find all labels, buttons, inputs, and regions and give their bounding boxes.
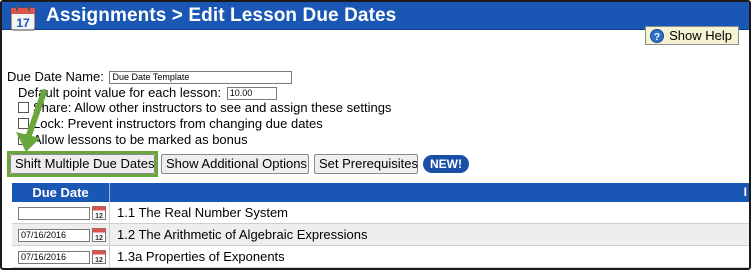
show-additional-options-button[interactable]: Show Additional Options xyxy=(161,154,309,174)
due-date-input[interactable] xyxy=(18,207,90,220)
calendar-day-text: 17 xyxy=(16,16,30,30)
due-date-input[interactable]: 07/16/2016 xyxy=(18,229,90,242)
due-date-name-label: Due Date Name: xyxy=(7,69,104,84)
share-label: Share: Allow other instructors to see an… xyxy=(33,100,392,115)
next-column-header: I xyxy=(743,185,747,199)
point-value-row: Default point value for each lesson: 10.… xyxy=(18,85,277,101)
due-date-input[interactable]: 07/16/2016 xyxy=(18,251,90,264)
help-icon: ? xyxy=(650,28,665,43)
lock-label: Lock: Prevent instructors from changing … xyxy=(33,116,323,131)
svg-text:12: 12 xyxy=(95,213,103,220)
due-date-cell: 07/16/2016 12 xyxy=(12,224,110,246)
table-row: 07/16/2016 12 1.2 The Arithmetic of Alge… xyxy=(12,224,749,246)
calendar-icon: 17 xyxy=(10,5,36,31)
set-prerequisites-button[interactable]: Set Prerequisites xyxy=(314,154,418,174)
shift-multiple-due-dates-button[interactable]: Shift Multiple Due Dates xyxy=(10,154,155,174)
table-header: Due Date I xyxy=(12,183,749,202)
table-row: 07/16/2016 12 1.3a Properties of Exponen… xyxy=(12,246,749,268)
show-help-button[interactable]: ? Show Help xyxy=(645,26,739,45)
lock-row: Lock: Prevent instructors from changing … xyxy=(18,116,323,131)
svg-text:12: 12 xyxy=(95,235,103,242)
point-value-field[interactable]: 10.00 xyxy=(226,87,277,101)
due-date-column-header[interactable]: Due Date xyxy=(12,183,110,202)
lesson-title: 1.2 The Arithmetic of Algebraic Expressi… xyxy=(117,227,368,242)
new-badge: NEW! xyxy=(423,155,469,173)
page-frame: 17 Assignments > Edit Lesson Due Dates ?… xyxy=(0,0,751,270)
title-bar: 17 Assignments > Edit Lesson Due Dates xyxy=(2,2,749,31)
calendar-picker-icon[interactable]: 12 xyxy=(92,227,106,242)
page-title: Assignments > Edit Lesson Due Dates xyxy=(46,5,397,26)
svg-text:12: 12 xyxy=(95,257,103,264)
show-help-label: Show Help xyxy=(669,28,732,43)
due-date-cell: 12 xyxy=(12,202,110,224)
green-arrow-icon xyxy=(16,89,47,152)
calendar-picker-icon[interactable]: 12 xyxy=(92,249,106,264)
table-row: 12 1.1 The Real Number System xyxy=(12,202,749,224)
due-date-name-row: Due Date Name: Due Date Template xyxy=(7,69,293,85)
share-row: Share: Allow other instructors to see an… xyxy=(18,100,391,115)
calendar-picker-icon[interactable]: 12 xyxy=(92,205,106,220)
due-date-name-field[interactable]: Due Date Template xyxy=(109,71,293,85)
lesson-title: 1.1 The Real Number System xyxy=(117,205,288,220)
bonus-row: Allow lessons to be marked as bonus xyxy=(18,132,248,147)
svg-text:?: ? xyxy=(654,32,660,43)
bonus-label: Allow lessons to be marked as bonus xyxy=(33,132,248,147)
due-date-cell: 07/16/2016 12 xyxy=(12,246,110,268)
lesson-title: 1.3a Properties of Exponents xyxy=(117,249,285,264)
